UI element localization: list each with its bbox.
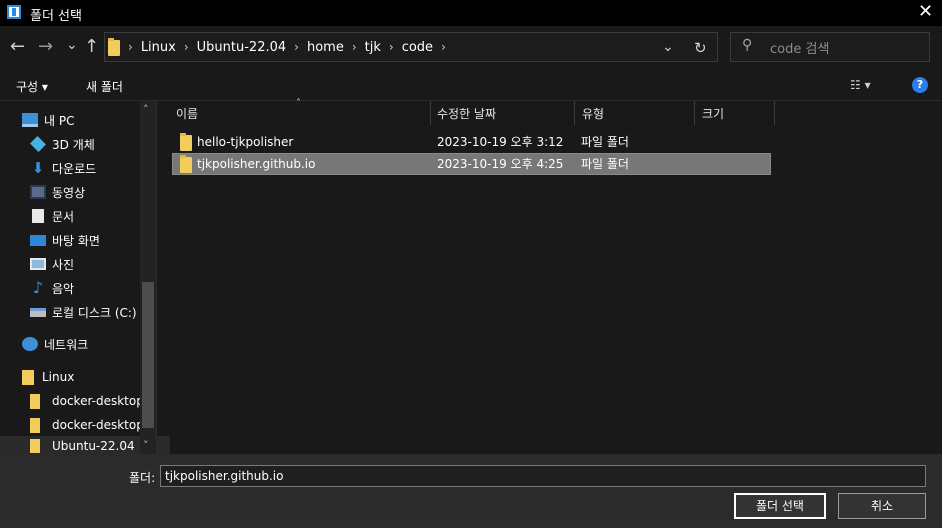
- linux-folder-icon: [22, 369, 34, 385]
- sidebar-item-label: docker-desktop-: [52, 418, 149, 432]
- sidebar-item-label: 동영상: [52, 185, 86, 200]
- column-separator[interactable]: [774, 101, 775, 125]
- download-icon: ⬇: [31, 159, 45, 177]
- sidebar-item-label: Linux: [42, 370, 75, 384]
- app-icon: [7, 5, 21, 19]
- column-separator[interactable]: [430, 101, 431, 125]
- help-icon[interactable]: ?: [912, 77, 928, 93]
- select-folder-button[interactable]: 폴더 선택: [734, 493, 826, 519]
- back-arrow-icon[interactable]: ←: [10, 38, 25, 56]
- file-type: 파일 폴더: [581, 135, 629, 149]
- document-icon: [32, 209, 44, 223]
- breadcrumb-linux[interactable]: Linux: [141, 40, 176, 55]
- sort-ascending-icon: ˄: [296, 98, 301, 109]
- column-header-name[interactable]: 이름: [176, 101, 198, 125]
- folder-icon: [30, 417, 40, 433]
- sidebar-item-label: 다운로드: [52, 161, 97, 176]
- breadcrumb-ubuntu[interactable]: Ubuntu-22.04: [197, 40, 287, 55]
- desktop-icon: [30, 234, 46, 246]
- breadcrumb-separator[interactable]: ›: [441, 40, 446, 54]
- folder-icon: [180, 133, 192, 151]
- breadcrumb-separator[interactable]: ›: [294, 40, 299, 54]
- folder-icon: [180, 155, 192, 173]
- breadcrumb-separator[interactable]: ›: [184, 40, 189, 54]
- sidebar-item-label: 네트워크: [44, 337, 89, 352]
- file-type: 파일 폴더: [581, 157, 629, 171]
- 3d-objects-icon: [30, 136, 46, 152]
- video-icon: [30, 185, 46, 199]
- file-modified: 2023-10-19 오후 4:25: [437, 157, 564, 171]
- disk-icon: [30, 307, 46, 317]
- recent-locations-icon[interactable]: ⌄: [66, 36, 78, 54]
- breadcrumb: › Linux › Ubuntu-22.04 › home › tjk › co…: [108, 38, 448, 56]
- sidebar-item-label: 내 PC: [44, 113, 75, 128]
- title-bar: [0, 0, 942, 26]
- file-row-selected[interactable]: tjkpolisher.github.io 2023-10-19 오후 4:25…: [172, 153, 771, 175]
- folder-icon: [30, 439, 40, 453]
- scroll-down-icon[interactable]: ˅: [143, 439, 149, 452]
- sidebar-item-linux[interactable]: Linux: [0, 365, 162, 389]
- view-options-icon[interactable]: ☷ ▾: [850, 78, 871, 92]
- sidebar-item-label: 3D 개체: [52, 137, 95, 152]
- new-folder-button[interactable]: 새 폴더: [86, 78, 123, 95]
- close-icon[interactable]: ✕: [918, 1, 933, 23]
- file-row[interactable]: hello-tjkpolisher 2023-10-19 오후 3:12 파일 …: [172, 131, 771, 153]
- folder-label: 폴더:: [129, 471, 156, 485]
- column-header-type[interactable]: 유형: [582, 101, 604, 125]
- address-dropdown-icon[interactable]: ⌄: [662, 38, 674, 56]
- sidebar-item-label: docker-desktop: [52, 394, 144, 408]
- up-arrow-icon[interactable]: ↑: [84, 38, 99, 56]
- search-input[interactable]: [730, 32, 930, 62]
- cancel-button[interactable]: 취소: [838, 493, 926, 519]
- breadcrumb-separator: ›: [128, 40, 133, 54]
- pc-icon: [22, 113, 38, 127]
- sidebar-item-network[interactable]: 네트워크: [0, 332, 162, 356]
- sidebar-item-label: Ubuntu-22.04: [52, 439, 135, 453]
- pane-divider: [156, 101, 157, 454]
- breadcrumb-separator[interactable]: ›: [352, 40, 357, 54]
- breadcrumb-separator[interactable]: ›: [389, 40, 394, 54]
- column-header-size[interactable]: 크기: [702, 101, 724, 125]
- column-separator[interactable]: [574, 101, 575, 125]
- scroll-up-icon[interactable]: ˄: [143, 103, 149, 116]
- sidebar-item-label: 사진: [52, 257, 75, 272]
- refresh-icon[interactable]: ↻: [694, 39, 707, 57]
- file-name: tjkpolisher.github.io: [197, 157, 316, 171]
- sidebar-item-this-pc[interactable]: 내 PC: [0, 108, 162, 132]
- folder-icon: [30, 393, 40, 409]
- music-icon: ♪: [32, 278, 44, 297]
- breadcrumb-code[interactable]: code: [402, 40, 433, 55]
- column-separator[interactable]: [694, 101, 695, 125]
- file-modified: 2023-10-19 오후 3:12: [437, 135, 564, 149]
- window-title: 폴더 선택: [30, 9, 82, 24]
- search-icon: ⚲: [742, 37, 753, 53]
- sidebar-scrollbar-thumb[interactable]: [142, 282, 154, 428]
- sidebar-item-label: 로컬 디스크 (C:): [52, 305, 137, 320]
- file-name: hello-tjkpolisher: [197, 135, 294, 149]
- breadcrumb-home[interactable]: home: [307, 40, 344, 55]
- folder-name-input[interactable]: [160, 465, 926, 487]
- forward-arrow-icon[interactable]: →: [38, 38, 53, 56]
- toolbar: [0, 70, 942, 100]
- column-header-modified[interactable]: 수정한 날짜: [437, 101, 496, 125]
- sidebar-item-label: 바탕 화면: [52, 233, 100, 248]
- sidebar-item-label: 음악: [52, 281, 75, 296]
- breadcrumb-tjk[interactable]: tjk: [365, 40, 381, 55]
- picture-icon: [30, 258, 46, 270]
- folder-icon: [108, 38, 120, 56]
- search-placeholder: code 검색: [770, 42, 830, 57]
- network-icon: [22, 337, 38, 351]
- organize-button[interactable]: 구성 ▾: [16, 78, 48, 95]
- sidebar-item-label: 문서: [52, 209, 75, 224]
